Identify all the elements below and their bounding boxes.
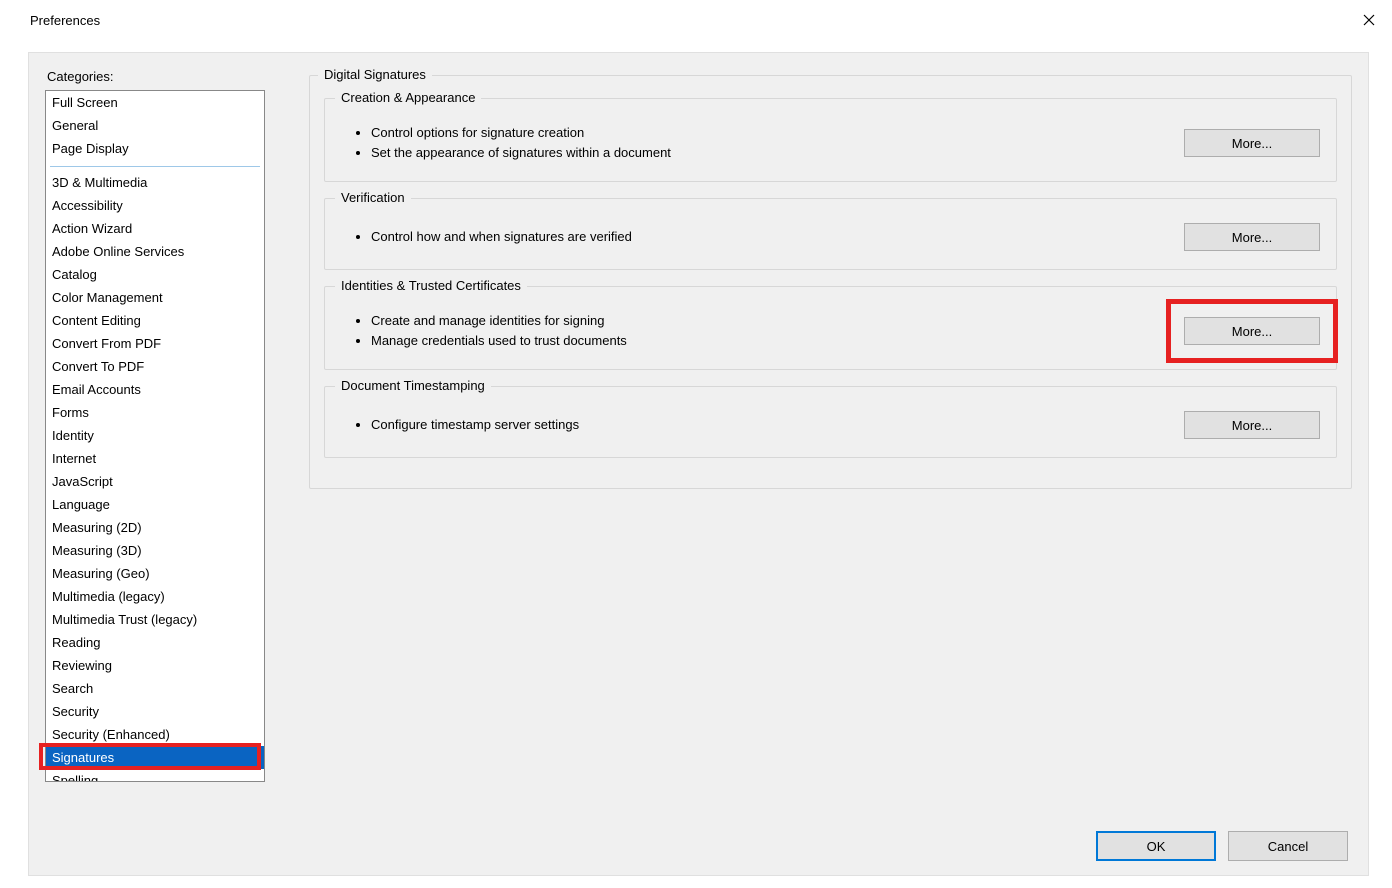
category-item[interactable]: Page Display — [46, 137, 264, 160]
section-title: Identities & Trusted Certificates — [335, 278, 527, 293]
settings-section: Identities & Trusted CertificatesCreate … — [324, 286, 1337, 370]
category-item[interactable]: Color Management — [46, 286, 264, 309]
category-item[interactable]: Catalog — [46, 263, 264, 286]
window-title: Preferences — [30, 13, 100, 28]
bullet-item: Manage credentials used to trust documen… — [371, 331, 627, 351]
category-item[interactable]: Forms — [46, 401, 264, 424]
category-item[interactable]: Measuring (2D) — [46, 516, 264, 539]
category-item[interactable]: Content Editing — [46, 309, 264, 332]
categories-label: Categories: — [45, 69, 265, 84]
section-row: Control options for signature creationSe… — [341, 123, 1320, 163]
category-item[interactable]: Email Accounts — [46, 378, 264, 401]
category-divider — [50, 166, 260, 167]
bullet-item: Control how and when signatures are veri… — [371, 227, 632, 247]
category-item[interactable]: Adobe Online Services — [46, 240, 264, 263]
category-item[interactable]: Action Wizard — [46, 217, 264, 240]
category-item[interactable]: Multimedia (legacy) — [46, 585, 264, 608]
category-item[interactable]: Security — [46, 700, 264, 723]
category-item[interactable]: Convert From PDF — [46, 332, 264, 355]
dialog-footer: OK Cancel — [1096, 831, 1348, 861]
bullet-item: Set the appearance of signatures within … — [371, 143, 671, 163]
category-item[interactable]: Reading — [46, 631, 264, 654]
settings-section: Document TimestampingConfigure timestamp… — [324, 386, 1337, 458]
more-button[interactable]: More... — [1184, 411, 1320, 439]
section-bullets: Control how and when signatures are veri… — [341, 227, 632, 247]
category-item[interactable]: Identity — [46, 424, 264, 447]
section-title: Verification — [335, 190, 411, 205]
category-item[interactable]: Full Screen — [46, 91, 264, 114]
bullet-item: Create and manage identities for signing — [371, 311, 627, 331]
category-item[interactable]: Reviewing — [46, 654, 264, 677]
category-item[interactable]: Spelling — [46, 769, 264, 782]
categories-panel: Categories: Full ScreenGeneralPage Displ… — [45, 69, 265, 803]
dialog-body: Categories: Full ScreenGeneralPage Displ… — [28, 52, 1369, 876]
section-title: Creation & Appearance — [335, 90, 481, 105]
category-item[interactable]: Measuring (3D) — [46, 539, 264, 562]
section-bullets: Configure timestamp server settings — [341, 415, 579, 435]
more-button[interactable]: More... — [1184, 317, 1320, 345]
cancel-button[interactable]: Cancel — [1228, 831, 1348, 861]
section-row: Control how and when signatures are veri… — [341, 223, 1320, 251]
more-button[interactable]: More... — [1184, 129, 1320, 157]
close-button[interactable] — [1346, 0, 1392, 40]
category-item[interactable]: Internet — [46, 447, 264, 470]
category-item[interactable]: JavaScript — [46, 470, 264, 493]
section-bullets: Create and manage identities for signing… — [341, 311, 627, 351]
category-item[interactable]: 3D & Multimedia — [46, 171, 264, 194]
category-item[interactable]: Accessibility — [46, 194, 264, 217]
category-item[interactable]: Convert To PDF — [46, 355, 264, 378]
preferences-window: Preferences Categories: Full ScreenGener… — [0, 0, 1392, 888]
section-title: Document Timestamping — [335, 378, 491, 393]
category-item[interactable]: General — [46, 114, 264, 137]
category-item[interactable]: Language — [46, 493, 264, 516]
close-icon — [1363, 14, 1375, 26]
category-item[interactable]: Security (Enhanced) — [46, 723, 264, 746]
section-row: Create and manage identities for signing… — [341, 311, 1320, 351]
settings-section: VerificationControl how and when signatu… — [324, 198, 1337, 270]
section-bullets: Control options for signature creationSe… — [341, 123, 671, 163]
digital-signatures-group-title: Digital Signatures — [318, 67, 432, 82]
bullet-item: Configure timestamp server settings — [371, 415, 579, 435]
categories-listbox[interactable]: Full ScreenGeneralPage Display 3D & Multi… — [45, 90, 265, 782]
settings-panel: Digital Signatures Creation & Appearance… — [265, 69, 1352, 803]
ok-button[interactable]: OK — [1096, 831, 1216, 861]
settings-section: Creation & AppearanceControl options for… — [324, 98, 1337, 182]
section-row: Configure timestamp server settings More.… — [341, 411, 1320, 439]
bullet-item: Control options for signature creation — [371, 123, 671, 143]
category-item[interactable]: Signatures — [46, 746, 264, 769]
more-button[interactable]: More... — [1184, 223, 1320, 251]
category-item[interactable]: Multimedia Trust (legacy) — [46, 608, 264, 631]
category-item[interactable]: Search — [46, 677, 264, 700]
titlebar: Preferences — [0, 0, 1392, 40]
category-item[interactable]: Measuring (Geo) — [46, 562, 264, 585]
digital-signatures-group: Digital Signatures Creation & Appearance… — [309, 75, 1352, 489]
